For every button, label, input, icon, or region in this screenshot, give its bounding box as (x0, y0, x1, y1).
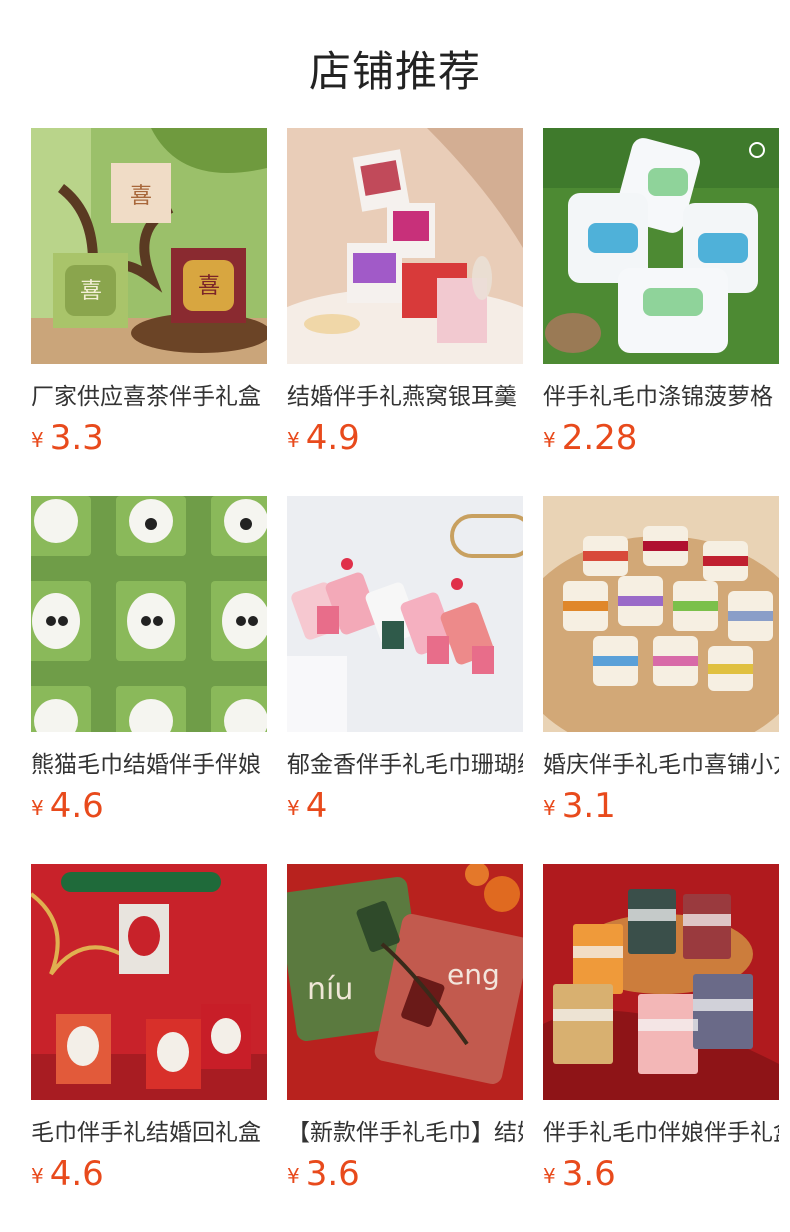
price-value: 4.9 (305, 418, 360, 458)
currency-symbol: ¥ (287, 1164, 300, 1188)
product-name[interactable]: 结婚伴手礼燕窝银耳羹 (287, 377, 523, 411)
product-image[interactable]: níu eng (287, 864, 523, 1100)
product-name[interactable]: 熊猫毛巾结婚伴手伴娘 (31, 745, 267, 779)
currency-symbol: ¥ (31, 1164, 44, 1188)
product-card[interactable]: 伴手礼毛巾涤锦菠萝格 ¥2.28 (543, 128, 779, 468)
price-value: 2.28 (561, 418, 638, 458)
currency-symbol: ¥ (543, 428, 556, 452)
product-name[interactable]: 毛巾伴手礼结婚回礼盒 (31, 1113, 267, 1147)
product-price: ¥3.6 (543, 1154, 616, 1194)
product-name[interactable]: 伴手礼毛巾涤锦菠萝格 (543, 377, 779, 411)
product-name[interactable]: 厂家供应喜茶伴手礼盒 (31, 377, 267, 411)
product-image[interactable]: 喜 喜 喜 (31, 128, 267, 364)
product-card[interactable]: 结婚伴手礼燕窝银耳羹 ¥4.9 (287, 128, 523, 468)
product-name[interactable]: 郁金香伴手礼毛巾珊瑚绒 (287, 745, 523, 779)
product-card[interactable]: 伴手礼毛巾伴娘伴手礼盒 ¥3.6 (543, 864, 779, 1204)
price-value: 3.3 (49, 418, 104, 458)
product-card[interactable]: 喜 喜 喜 厂家供应喜茶伴手礼盒 ¥3.3 (31, 128, 267, 468)
product-image[interactable] (287, 496, 523, 732)
currency-symbol: ¥ (31, 796, 44, 820)
product-price: ¥4.6 (31, 786, 104, 826)
price-value: 3.6 (305, 1154, 360, 1194)
currency-symbol: ¥ (543, 1164, 556, 1188)
product-image[interactable] (543, 128, 779, 364)
product-price: ¥3.6 (287, 1154, 360, 1194)
product-name[interactable]: 伴手礼毛巾伴娘伴手礼盒 (543, 1113, 779, 1147)
product-card[interactable]: níu eng 【新款伴手礼毛巾】结婚 ¥3.6 (287, 864, 523, 1204)
product-price: ¥3.3 (31, 418, 104, 458)
product-price: ¥4 (287, 786, 327, 826)
product-price: ¥3.1 (543, 786, 616, 826)
product-name[interactable]: 【新款伴手礼毛巾】结婚 (287, 1113, 523, 1147)
product-image[interactable] (543, 864, 779, 1100)
product-card[interactable]: 婚庆伴手礼毛巾喜铺小方 ¥3.1 (543, 496, 779, 836)
svg-text:喜: 喜 (130, 184, 152, 209)
svg-text:喜: 喜 (80, 279, 102, 304)
product-image[interactable] (543, 496, 779, 732)
product-price: ¥4.6 (31, 1154, 104, 1194)
price-value: 4 (305, 786, 328, 826)
product-image[interactable] (31, 864, 267, 1100)
svg-text:喜: 喜 (198, 274, 220, 299)
product-price: ¥4.9 (287, 418, 360, 458)
price-value: 4.6 (49, 1154, 104, 1194)
currency-symbol: ¥ (287, 796, 300, 820)
product-card[interactable]: 毛巾伴手礼结婚回礼盒 ¥4.6 (31, 864, 267, 1204)
price-value: 3.1 (561, 786, 616, 826)
product-name[interactable]: 婚庆伴手礼毛巾喜铺小方 (543, 745, 779, 779)
svg-text:níu: níu (307, 972, 353, 1007)
product-card[interactable]: 熊猫毛巾结婚伴手伴娘 ¥4.6 (31, 496, 267, 836)
product-image[interactable] (287, 128, 523, 364)
currency-symbol: ¥ (287, 428, 300, 452)
page-title: 店铺推荐 (308, 47, 481, 96)
currency-symbol: ¥ (31, 428, 44, 452)
svg-text:eng: eng (447, 958, 500, 991)
product-image[interactable] (31, 496, 267, 732)
price-value: 4.6 (49, 786, 104, 826)
product-price: ¥2.28 (543, 418, 637, 458)
product-card[interactable]: 郁金香伴手礼毛巾珊瑚绒 ¥4 (287, 496, 523, 836)
currency-symbol: ¥ (543, 796, 556, 820)
price-value: 3.6 (561, 1154, 616, 1194)
